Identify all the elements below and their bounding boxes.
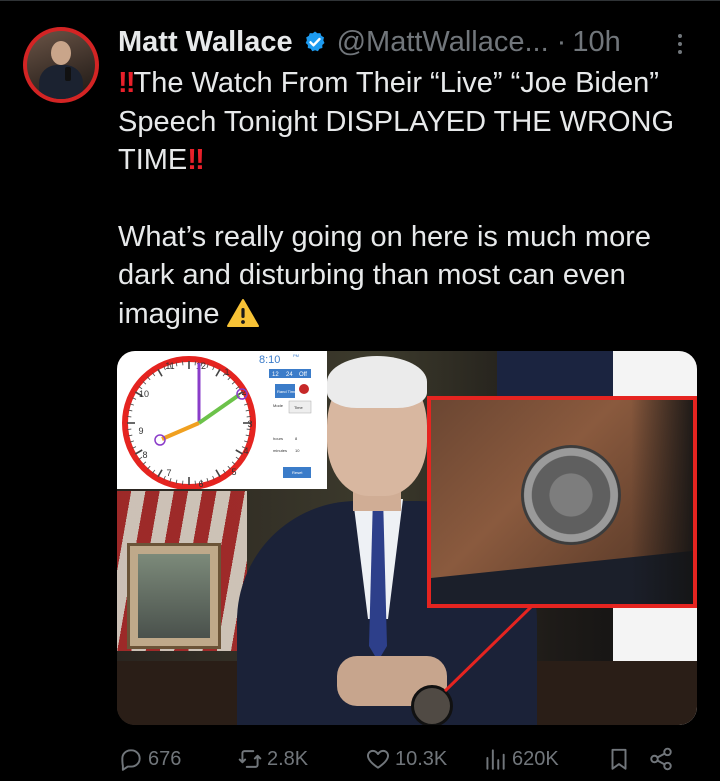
top-divider	[0, 0, 720, 1]
reply-icon	[121, 749, 141, 771]
digital-time-suffix: PM	[293, 353, 299, 358]
clock-number: 9	[138, 426, 143, 436]
heart-icon	[367, 749, 389, 769]
post-actions: 676 2.8K 10.3K 620K	[118, 739, 698, 779]
like-button[interactable]: 10.3K	[365, 739, 447, 779]
clock-number: 11	[165, 361, 174, 371]
more-options-icon[interactable]	[672, 30, 688, 58]
clock-number: 12	[196, 361, 206, 371]
clock-number: 8	[142, 450, 147, 460]
bookmark-button[interactable]	[606, 739, 636, 779]
post-header: Matt Wallace @MattWallace... · 10h	[118, 22, 678, 62]
svg-text:Reset: Reset	[292, 470, 303, 475]
svg-text:Rand Time: Rand Time	[277, 389, 297, 394]
clock-number: 1	[224, 367, 229, 377]
views-bar-chart-icon	[486, 749, 505, 770]
svg-text:12: 12	[272, 372, 279, 378]
views-count: 620K	[512, 747, 559, 770]
svg-text:Off: Off	[299, 372, 307, 378]
post-text-paragraph-1: ‼The Watch From Their “Live” “Joe Biden”…	[118, 64, 698, 180]
post-image[interactable]: 12 1 2 3 4 5 6 7 8 9 10 11 8:10 PM 12 24…	[117, 351, 697, 725]
clock-number: 10	[139, 389, 149, 399]
like-count: 10.3K	[395, 747, 448, 770]
svg-text:Time: Time	[294, 405, 304, 410]
clock-graphic: 12 1 2 3 4 5 6 7 8 9 10 11 8:10 PM 12 24…	[117, 351, 327, 490]
post-text-paragraph-2: What’s really going on here is much more…	[118, 218, 698, 334]
post-text: ‼The Watch From Their “Live” “Joe Biden”…	[118, 64, 698, 333]
svg-text:Mode: Mode	[273, 403, 284, 408]
warning-emoji-icon	[226, 298, 259, 327]
dice-icon	[299, 384, 309, 394]
views-button[interactable]: 620K	[482, 739, 559, 779]
svg-text:8: 8	[295, 436, 298, 441]
author-handle[interactable]: @MattWallace...	[337, 26, 549, 59]
digital-time: 8:10	[259, 354, 280, 366]
post-timestamp[interactable]: 10h	[572, 26, 620, 59]
post-body-text: What’s really going on here is much more…	[118, 220, 651, 330]
avatar-photo	[27, 31, 95, 99]
reply-count: 676	[148, 747, 182, 770]
share-button[interactable]	[648, 739, 678, 779]
clock-number: 3	[247, 419, 252, 429]
double-exclamation-emoji-end: ‼	[187, 144, 204, 176]
verified-badge-icon	[305, 31, 325, 52]
svg-text:hours: hours	[273, 436, 283, 441]
double-exclamation-emoji: ‼	[118, 67, 135, 99]
wristwatch-closeup	[521, 445, 621, 545]
svg-text:10: 10	[295, 448, 300, 453]
reply-button[interactable]: 676	[118, 739, 181, 779]
separator-dot: ·	[556, 25, 567, 58]
svg-text:24: 24	[286, 372, 293, 378]
bookmark-icon	[611, 748, 627, 770]
svg-text:minutes: minutes	[273, 448, 287, 453]
clock-number: 6	[198, 479, 203, 489]
zoomed-watch-inset	[427, 396, 697, 608]
share-icon	[650, 747, 672, 771]
repost-count: 2.8K	[267, 747, 309, 770]
clock-number: 4	[243, 446, 248, 456]
avatar[interactable]	[23, 27, 99, 103]
repost-icon	[238, 750, 262, 768]
author-name[interactable]: Matt Wallace	[118, 26, 293, 59]
clock-number: 7	[166, 468, 171, 478]
repost-button[interactable]: 2.8K	[237, 739, 308, 779]
callout-line	[443, 604, 534, 693]
clock-number: 5	[231, 467, 236, 477]
